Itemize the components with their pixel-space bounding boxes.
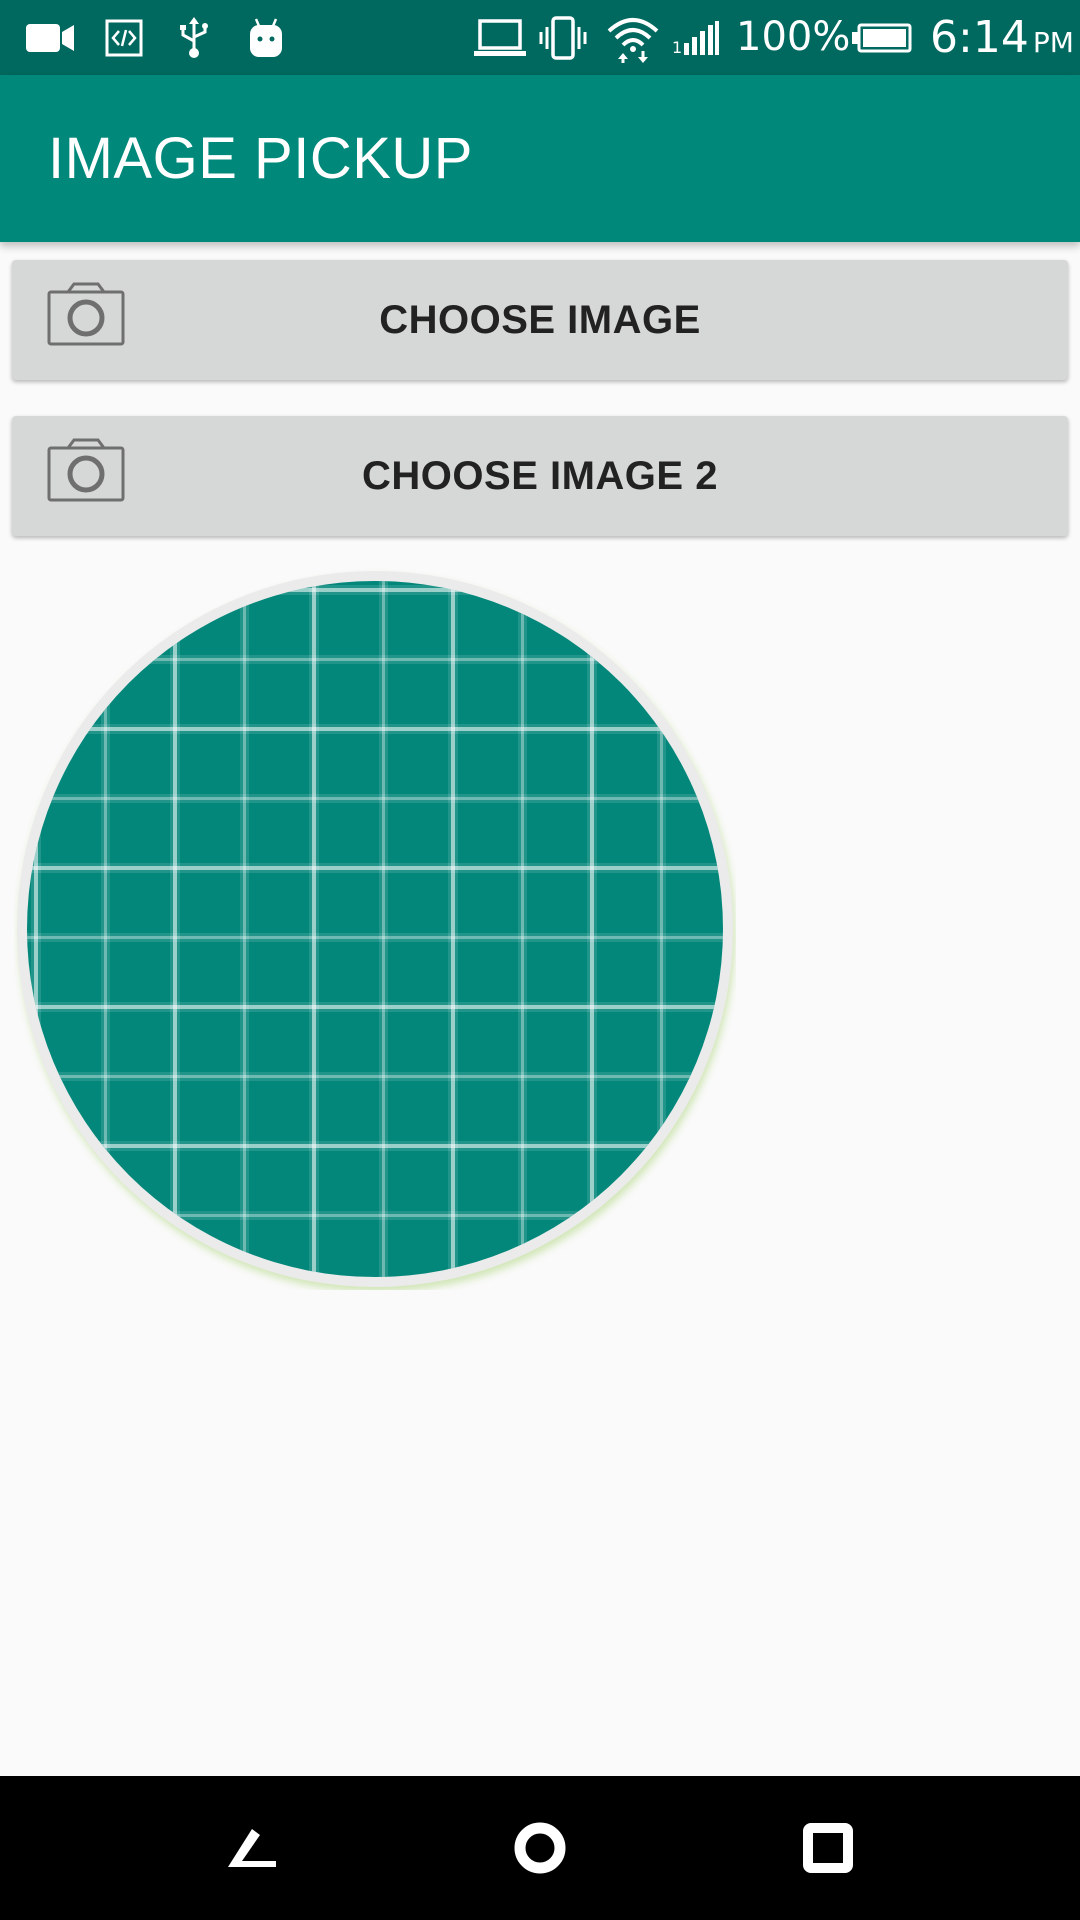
navigation-bar xyxy=(0,1776,1080,1920)
clock-time: 6:14 xyxy=(930,12,1029,63)
status-bar: 1 100% 6:14 PM xyxy=(0,0,1080,75)
page-title: IMAGE PICKUP xyxy=(48,126,473,191)
usb-icon xyxy=(176,0,212,75)
choose-image-button[interactable]: CHOOSE IMAGE xyxy=(12,260,1068,380)
laptop-icon xyxy=(474,0,526,75)
vibrate-icon xyxy=(538,0,588,75)
choose-image-label: CHOOSE IMAGE xyxy=(379,298,701,342)
wifi-icon xyxy=(606,0,660,75)
recents-icon xyxy=(803,1823,853,1873)
code-icon xyxy=(104,0,144,75)
back-button[interactable] xyxy=(202,1798,302,1898)
home-button[interactable] xyxy=(490,1798,590,1898)
battery-icon xyxy=(852,0,912,75)
camera-icon xyxy=(47,438,125,502)
home-icon xyxy=(514,1822,566,1874)
image-preview[interactable] xyxy=(14,568,736,1292)
app-toolbar: IMAGE PICKUP xyxy=(0,75,1080,242)
choose-image-2-label: CHOOSE IMAGE 2 xyxy=(362,454,718,498)
battery-percentage: 100% xyxy=(736,14,851,60)
svg-text:1: 1 xyxy=(672,38,682,55)
android-debug-icon xyxy=(246,0,286,75)
recents-button[interactable] xyxy=(778,1798,878,1898)
camera-icon xyxy=(47,282,125,346)
clock: 6:14 PM xyxy=(930,0,1074,75)
cell-signal-icon: 1 xyxy=(672,0,720,75)
grid-image-placeholder xyxy=(17,571,735,1292)
video-camera-icon xyxy=(26,0,76,75)
clock-ampm: PM xyxy=(1032,26,1074,59)
back-icon xyxy=(228,1829,276,1867)
choose-image-2-button[interactable]: CHOOSE IMAGE 2 xyxy=(12,416,1068,536)
